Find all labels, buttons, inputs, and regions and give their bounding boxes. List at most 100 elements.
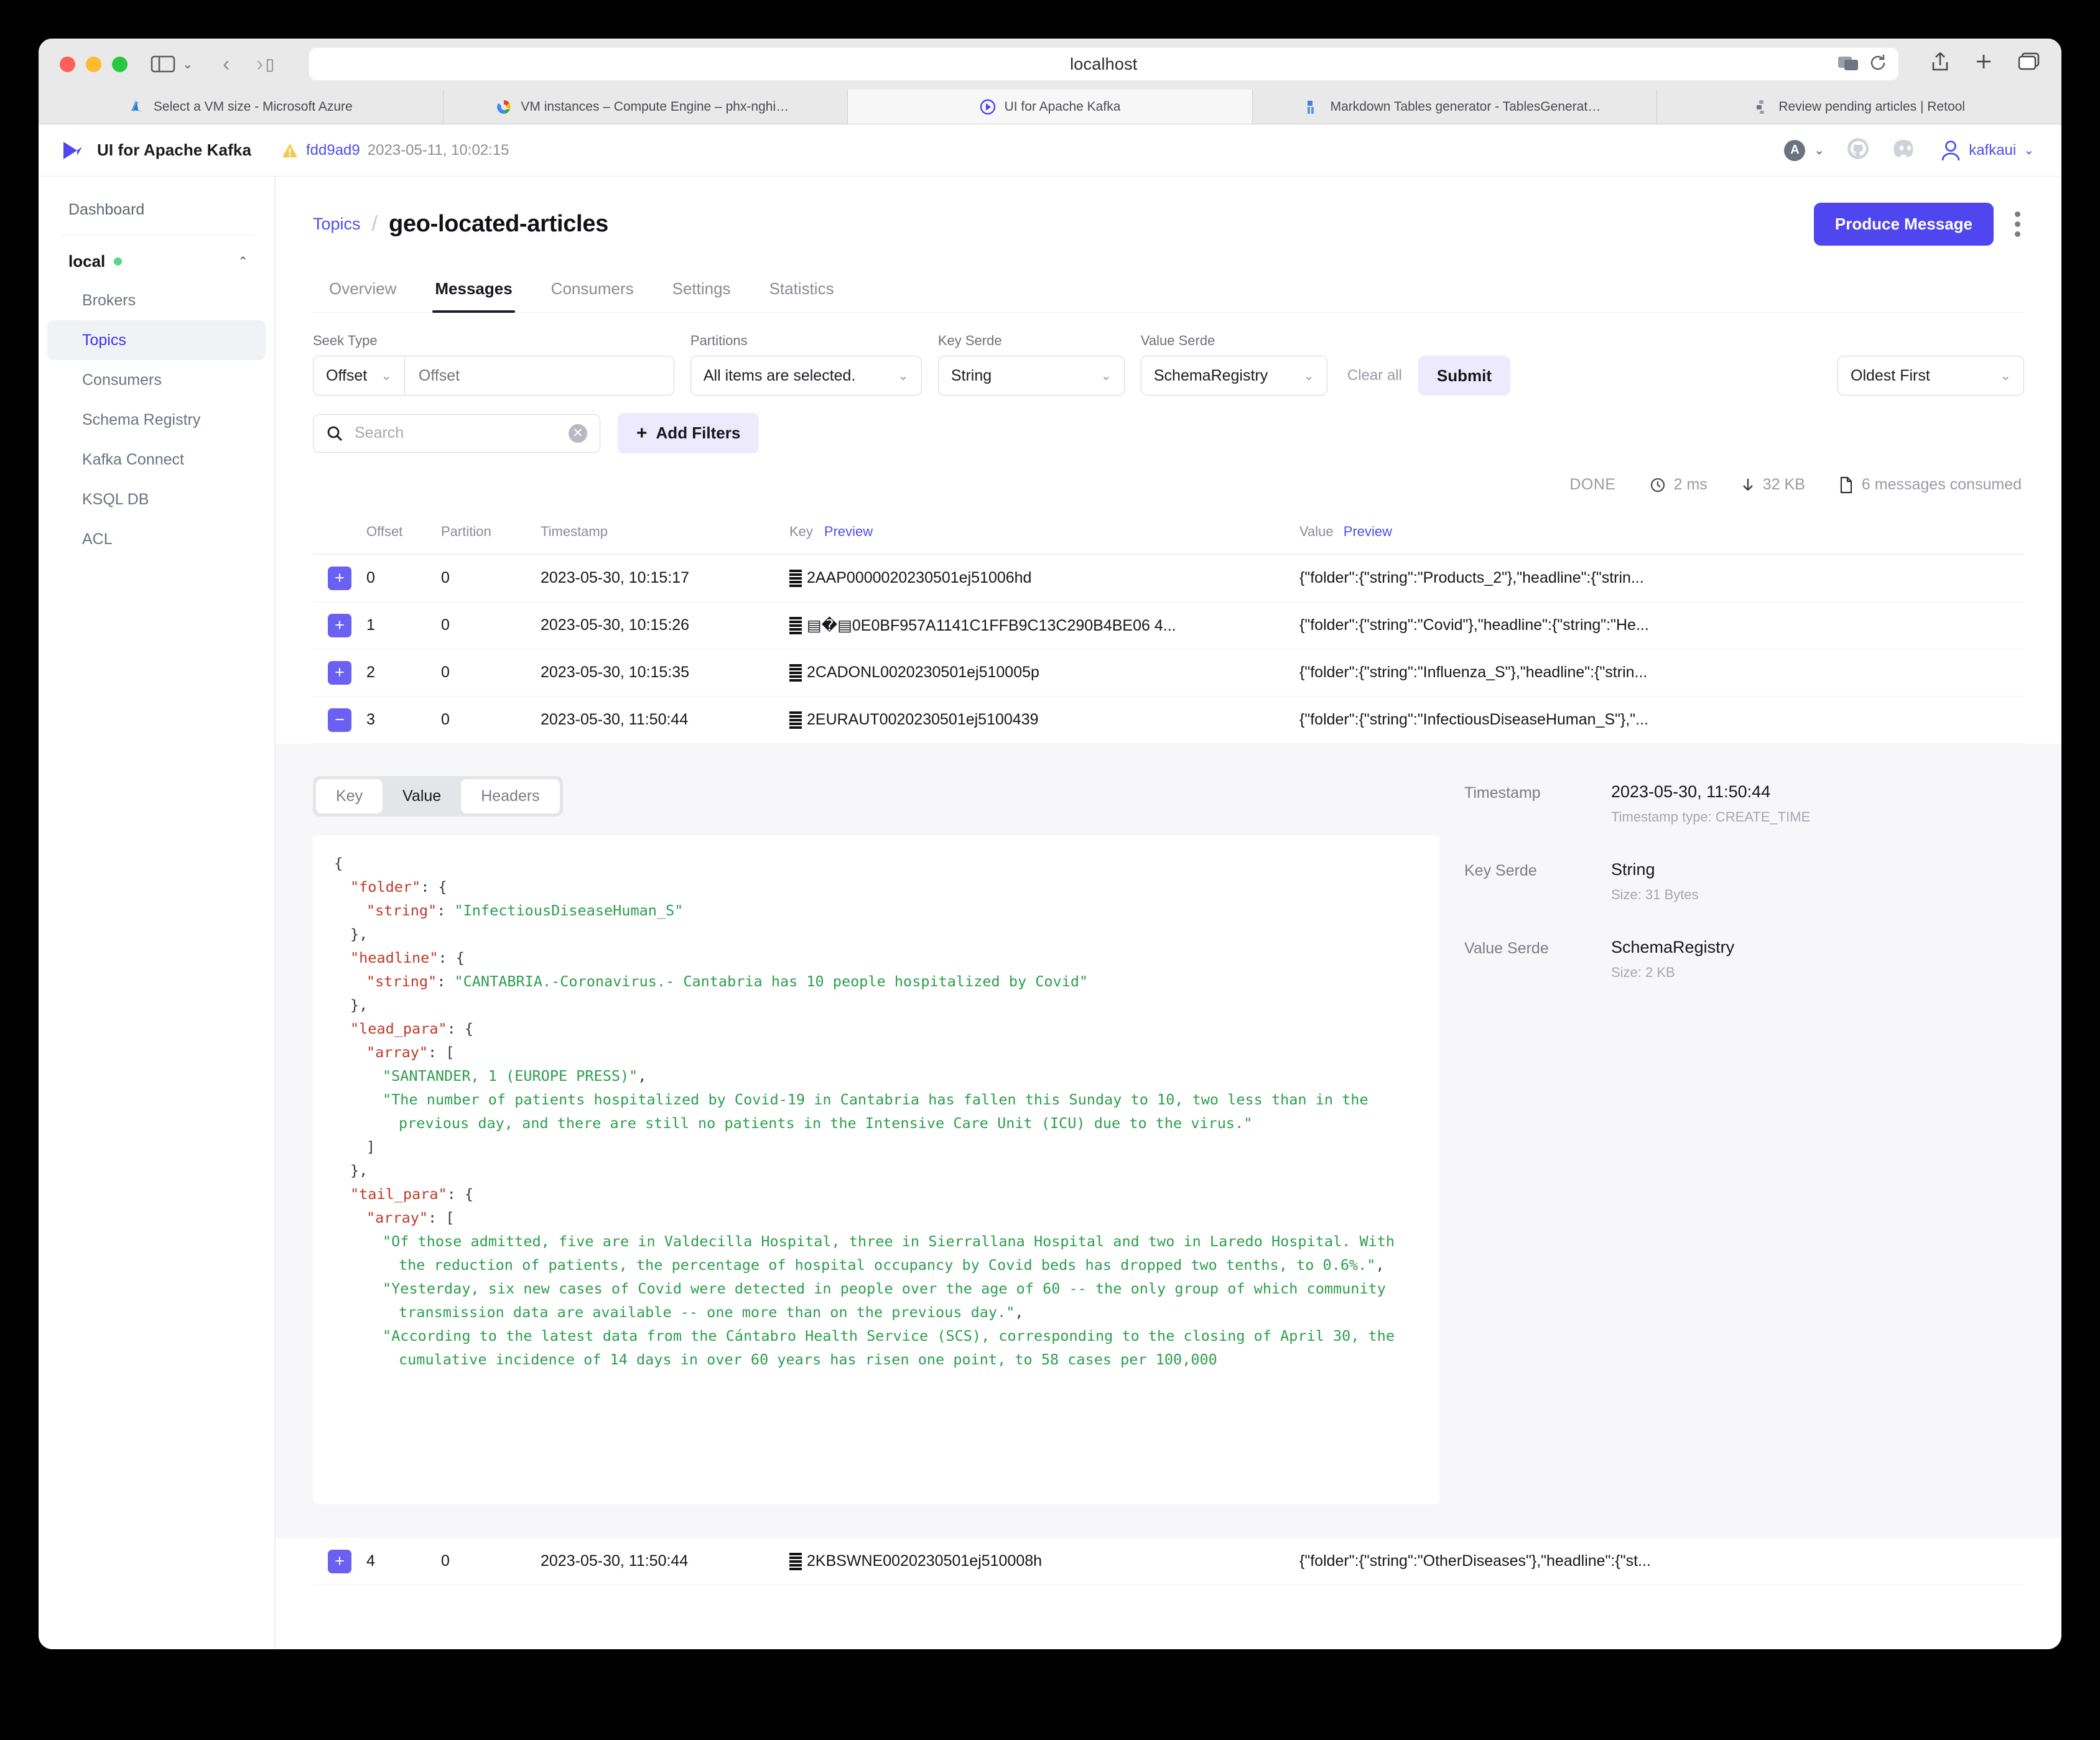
cell-key-text: 2KBSWNE0020230501ej510008h bbox=[807, 1552, 1043, 1570]
sidebar-item-label: KSQL DB bbox=[82, 490, 149, 508]
sidebar-item-dashboard[interactable]: Dashboard bbox=[47, 190, 266, 229]
browser-tab-2[interactable]: UI for Apache Kafka bbox=[848, 90, 1253, 124]
cell-partition: 0 bbox=[441, 616, 450, 634]
cell-value: {"folder":{"string":"Influenza_S"},"head… bbox=[1299, 664, 1648, 681]
table-row[interactable]: + 1 0 2023-05-30, 10:15:26 ▤�▤0E0BF957A1… bbox=[313, 602, 2024, 649]
table-row[interactable]: + 0 0 2023-05-30, 10:15:17 2AAP000002023… bbox=[313, 555, 2024, 602]
cell-offset: 4 bbox=[366, 1552, 375, 1570]
sidebar-item-brokers[interactable]: Brokers bbox=[47, 280, 266, 320]
clear-search-icon[interactable]: ✕ bbox=[569, 423, 587, 443]
sort-order-value: Oldest First bbox=[1851, 366, 1930, 384]
row-expander-cell[interactable]: + bbox=[313, 660, 366, 685]
sidebar-item-schema-registry[interactable]: Schema Registry bbox=[47, 400, 266, 440]
sort-order-select[interactable]: Oldest First ⌄ bbox=[1838, 356, 2024, 396]
version-hash[interactable]: fdd9ad9 bbox=[306, 142, 360, 159]
window-traffic-lights[interactable] bbox=[60, 56, 128, 72]
browser-tab-1[interactable]: VM instances – Compute Engine – phx-nghi… bbox=[444, 90, 848, 124]
cell-offset: 3 bbox=[366, 711, 375, 728]
partitions-value: All items are selected. bbox=[703, 366, 856, 384]
clear-all-button[interactable]: Clear all bbox=[1347, 367, 1402, 396]
expand-row-icon[interactable]: + bbox=[328, 1549, 351, 1573]
sidebar-item-kafka-connect[interactable]: Kafka Connect bbox=[47, 440, 266, 479]
expand-row-icon[interactable]: + bbox=[328, 613, 351, 637]
value-serde-select[interactable]: SchemaRegistry ⌄ bbox=[1140, 356, 1327, 396]
sidebar-toggle-icon[interactable] bbox=[149, 52, 177, 76]
tab-headers[interactable]: Headers bbox=[461, 779, 560, 813]
browser-tab-4[interactable]: Review pending articles | Retool bbox=[1657, 90, 2061, 124]
metadata-timestamp: Timestamp 2023-05-30, 11:50:44 Timestamp… bbox=[1464, 782, 2024, 825]
table-row[interactable]: + 4 0 2023-05-30, 11:50:44 2KBSWNE002023… bbox=[313, 1538, 2024, 1585]
chevron-up-icon[interactable]: ⌃ bbox=[238, 254, 248, 269]
cell-partition: 0 bbox=[441, 664, 450, 681]
seek-type-select[interactable]: Offset ⌄ bbox=[314, 356, 405, 395]
search-row: ✕ + Add Filters bbox=[313, 413, 2024, 453]
main-inner: Topics / geo-located-articles Produce Me… bbox=[276, 177, 2061, 1585]
add-filters-button[interactable]: + Add Filters bbox=[618, 413, 760, 453]
share-icon[interactable] bbox=[1931, 51, 1949, 77]
submit-button[interactable]: Submit bbox=[1418, 356, 1510, 396]
browser-tab-label: Review pending articles | Retool bbox=[1778, 99, 1965, 114]
user-menu[interactable]: kafkaui ⌄ bbox=[1940, 139, 2034, 162]
detail-tab-group[interactable]: Key Value Headers bbox=[313, 776, 563, 817]
address-bar[interactable]: ▯ localhost bbox=[266, 48, 1898, 80]
discord-icon[interactable] bbox=[1892, 138, 1919, 162]
address-bar-text: localhost bbox=[1070, 54, 1138, 73]
key-preview-link[interactable]: Preview bbox=[824, 524, 873, 540]
partitions-select[interactable]: All items are selected. ⌄ bbox=[690, 356, 922, 396]
table-row[interactable]: + 2 0 2023-05-30, 10:15:35 2CADONL002023… bbox=[313, 649, 2024, 696]
browser-toolbar-actions bbox=[1926, 51, 2040, 77]
row-expander-cell[interactable]: − bbox=[313, 708, 366, 732]
browser-back-button[interactable]: ‹ bbox=[210, 52, 243, 76]
sidebar-item-ksql-db[interactable]: KSQL DB bbox=[47, 479, 266, 519]
seek-type-group[interactable]: Offset ⌄ bbox=[313, 356, 674, 396]
sidebar-item-acl[interactable]: ACL bbox=[47, 519, 266, 559]
produce-message-button[interactable]: Produce Message bbox=[1813, 203, 1994, 246]
app-logo[interactable]: UI for Apache Kafka bbox=[58, 137, 251, 164]
tab-value[interactable]: Value bbox=[383, 779, 462, 813]
theme-switcher[interactable]: A ⌄ bbox=[1784, 139, 1824, 161]
page-tabs[interactable]: Overview Messages Consumers Settings Sta… bbox=[313, 273, 2024, 313]
value-preview-link[interactable]: Preview bbox=[1344, 524, 1392, 539]
row-expander-cell[interactable]: + bbox=[313, 613, 366, 637]
tab-settings[interactable]: Settings bbox=[656, 273, 747, 312]
tab-key[interactable]: Key bbox=[316, 779, 383, 813]
translate-icon[interactable] bbox=[1838, 55, 1859, 74]
sidebar-item-consumers[interactable]: Consumers bbox=[47, 360, 266, 400]
tab-overview-icon[interactable] bbox=[2018, 52, 2040, 76]
sidebar-options-chevron-icon[interactable]: ⌄ bbox=[182, 57, 193, 72]
reader-view-icon[interactable]: ▯ bbox=[266, 55, 274, 74]
tab-overview[interactable]: Overview bbox=[313, 273, 412, 312]
sidebar-cluster-local[interactable]: local ⌃ bbox=[47, 242, 266, 280]
json-viewer[interactable]: {"folder": {"string": "InfectiousDisease… bbox=[313, 835, 1439, 1504]
search-input[interactable] bbox=[355, 424, 557, 442]
status-messages: 6 messages consumed bbox=[1839, 476, 2022, 494]
more-actions-icon[interactable] bbox=[2011, 208, 2024, 241]
expand-row-icon[interactable]: + bbox=[328, 660, 351, 685]
key-serde-select[interactable]: String ⌄ bbox=[937, 356, 1125, 396]
expand-row-icon[interactable]: + bbox=[328, 566, 351, 590]
breadcrumb-topics-link[interactable]: Topics bbox=[313, 215, 361, 234]
close-window-button[interactable] bbox=[60, 56, 75, 72]
seek-offset-input-wrap[interactable] bbox=[404, 356, 674, 395]
tab-statistics[interactable]: Statistics bbox=[753, 273, 850, 312]
browser-tab-3[interactable]: Markdown Tables generator - TablesGenera… bbox=[1253, 90, 1658, 124]
tab-messages[interactable]: Messages bbox=[419, 273, 528, 313]
cell-timestamp: 2023-05-30, 11:50:44 bbox=[541, 711, 689, 728]
row-expander-cell[interactable]: + bbox=[313, 1549, 366, 1573]
table-row[interactable]: − 3 0 2023-05-30, 11:50:44 2EURAUT002023… bbox=[313, 696, 2024, 744]
maximize-window-button[interactable] bbox=[112, 56, 128, 72]
minimize-window-button[interactable] bbox=[86, 56, 101, 72]
browser-tab-strip[interactable]: Select a VM size - Microsoft Azure VM in… bbox=[39, 90, 2061, 124]
app-title: UI for Apache Kafka bbox=[97, 141, 251, 159]
search-box[interactable]: ✕ bbox=[313, 414, 600, 453]
reload-icon[interactable] bbox=[1869, 53, 1887, 75]
github-icon[interactable] bbox=[1846, 136, 1870, 164]
sidebar-item-topics[interactable]: Topics bbox=[47, 320, 266, 360]
seek-offset-input[interactable] bbox=[418, 366, 660, 385]
browser-tab-0[interactable]: Select a VM size - Microsoft Azure bbox=[39, 90, 444, 124]
search-icon bbox=[327, 426, 343, 441]
row-expander-cell[interactable]: + bbox=[313, 566, 366, 590]
tab-consumers[interactable]: Consumers bbox=[535, 273, 650, 312]
new-tab-icon[interactable] bbox=[1974, 52, 1993, 76]
collapse-row-icon[interactable]: − bbox=[328, 708, 351, 732]
